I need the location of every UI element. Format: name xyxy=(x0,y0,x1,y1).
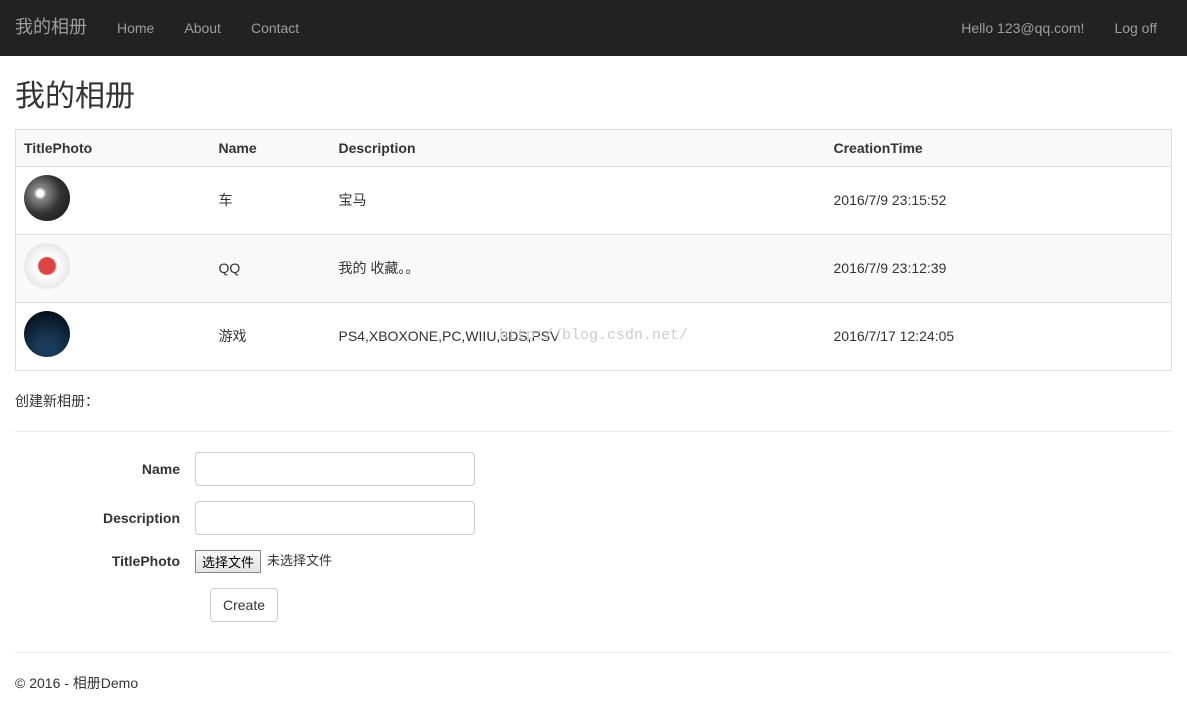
table-row: 游戏 PS4,XBOXONE,PC,WIIU,3DS,PSV 2016/7/17… xyxy=(16,302,1172,370)
divider xyxy=(15,652,1172,653)
nav-greeting[interactable]: Hello 123@qq.com! xyxy=(946,3,1099,53)
navbar: 我的相册 Home About Contact Hello 123@qq.com… xyxy=(0,0,1187,56)
create-button[interactable]: Create xyxy=(210,588,278,622)
file-status-text: 未选择文件 xyxy=(267,552,332,571)
navbar-nav: Home About Contact xyxy=(102,3,314,53)
th-creationtime: CreationTime xyxy=(826,129,1172,166)
label-description: Description xyxy=(15,508,195,528)
file-choose-button[interactable]: 选择文件 xyxy=(195,550,261,573)
cell-description: PS4,XBOXONE,PC,WIIU,3DS,PSV xyxy=(331,302,826,370)
cell-description: 宝马 xyxy=(331,166,826,234)
main-container: 我的相册 TitlePhoto Name Description Creatio… xyxy=(0,76,1187,653)
cell-name: 游戏 xyxy=(211,302,331,370)
input-description[interactable] xyxy=(195,501,475,535)
cell-name: QQ xyxy=(211,234,331,302)
table-header-row: TitlePhoto Name Description CreationTime xyxy=(16,129,1172,166)
album-thumbnail[interactable] xyxy=(24,311,70,357)
album-thumbnail[interactable] xyxy=(24,175,70,221)
footer-text: © 2016 - 相册Demo xyxy=(15,673,1172,693)
table-row: QQ 我的 收藏。。 2016/7/9 23:12:39 xyxy=(16,234,1172,302)
cell-creationtime: 2016/7/9 23:15:52 xyxy=(826,166,1172,234)
cell-creationtime: 2016/7/9 23:12:39 xyxy=(826,234,1172,302)
divider xyxy=(15,431,1172,432)
navbar-left: 我的相册 Home About Contact xyxy=(15,0,314,56)
page-title: 我的相册 xyxy=(15,76,1172,119)
form-group-name: Name xyxy=(15,452,1172,486)
cell-name: 车 xyxy=(211,166,331,234)
form-group-titlephoto: TitlePhoto 选择文件 未选择文件 xyxy=(15,550,1172,573)
file-input-wrapper: 选择文件 未选择文件 xyxy=(195,550,332,573)
table-row: 车 宝马 2016/7/9 23:15:52 xyxy=(16,166,1172,234)
nav-link-home[interactable]: Home xyxy=(102,3,169,53)
th-titlephoto: TitlePhoto xyxy=(16,129,211,166)
input-name[interactable] xyxy=(195,452,475,486)
nav-link-about[interactable]: About xyxy=(169,3,236,53)
nav-link-contact[interactable]: Contact xyxy=(236,3,314,53)
footer: © 2016 - 相册Demo xyxy=(0,673,1187,713)
cell-description: 我的 收藏。。 xyxy=(331,234,826,302)
navbar-brand[interactable]: 我的相册 xyxy=(15,0,102,56)
th-name: Name xyxy=(211,129,331,166)
form-group-description: Description xyxy=(15,501,1172,535)
album-thumbnail[interactable] xyxy=(24,243,70,289)
label-titlephoto: TitlePhoto xyxy=(15,551,195,571)
cell-creationtime: 2016/7/17 12:24:05 xyxy=(826,302,1172,370)
label-name: Name xyxy=(15,459,195,479)
form-group-submit: Create xyxy=(15,588,1172,622)
create-album-form: Name Description TitlePhoto 选择文件 未选择文件 C… xyxy=(15,452,1172,622)
nav-logoff[interactable]: Log off xyxy=(1099,3,1172,53)
navbar-right: Hello 123@qq.com! Log off xyxy=(946,3,1172,53)
th-description: Description xyxy=(331,129,826,166)
create-album-label: 创建新相册： xyxy=(15,391,1172,411)
albums-table: TitlePhoto Name Description CreationTime… xyxy=(15,129,1172,371)
